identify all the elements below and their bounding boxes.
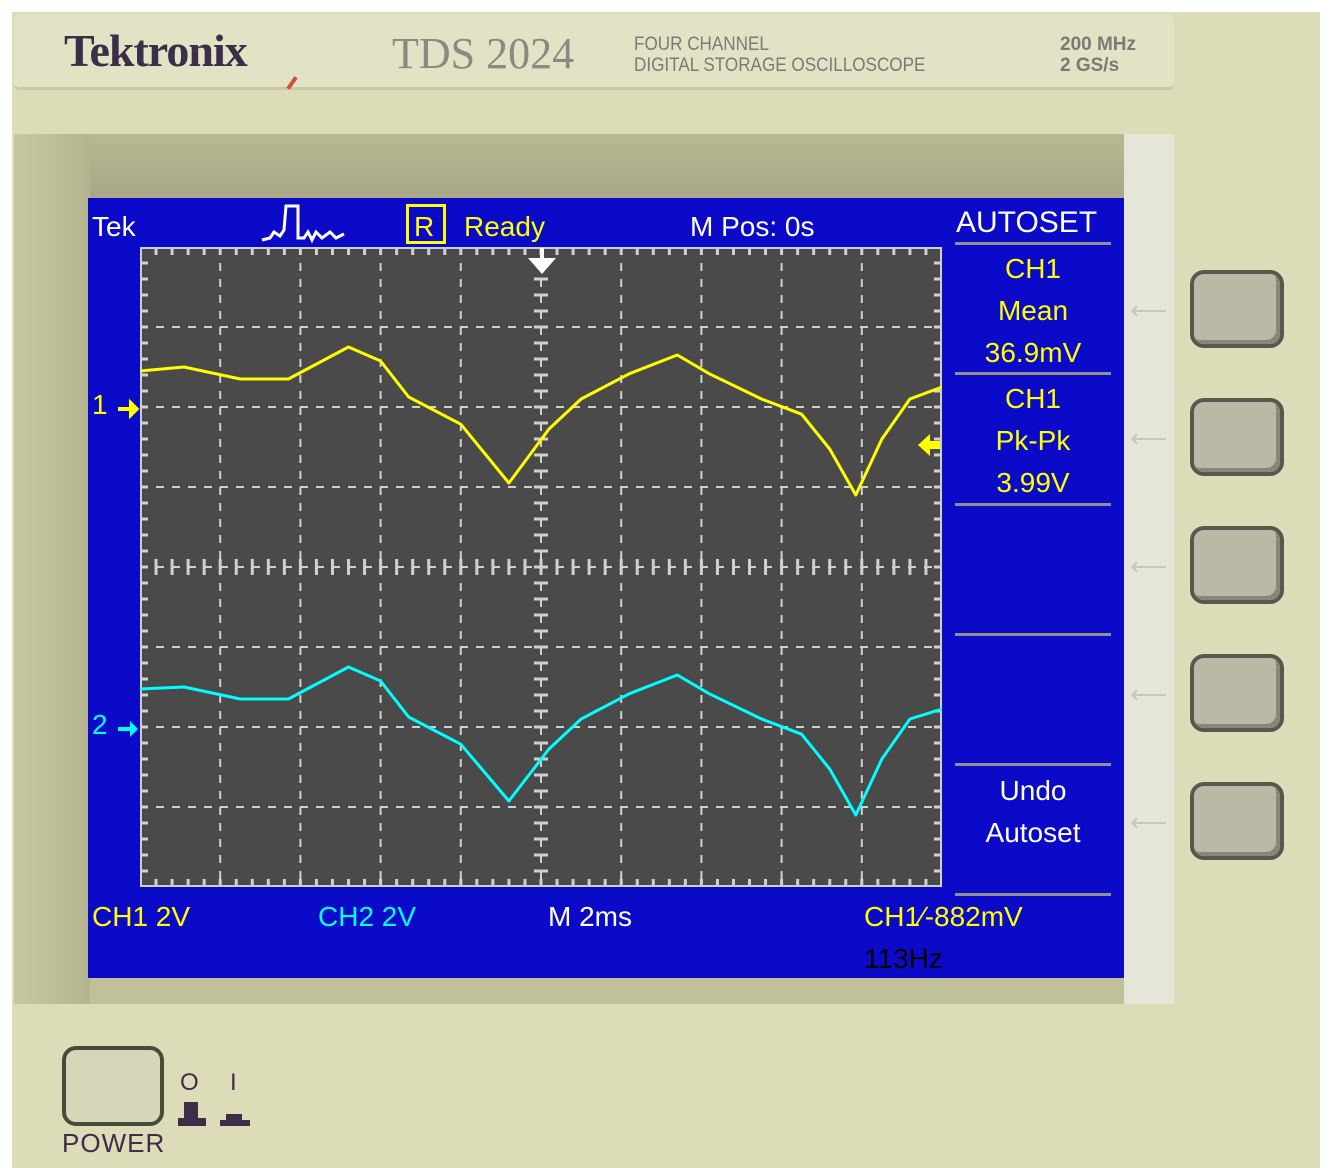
menu-item-line: Pk-Pk	[995, 425, 1071, 456]
timebase: M 2ms	[548, 901, 632, 932]
ch2-scale: CH2 2V	[318, 901, 417, 932]
side-arrow-icon: ⟵	[1130, 295, 1168, 325]
side-arrow-icon: ⟵	[1130, 551, 1168, 581]
menu-separator	[955, 633, 1111, 636]
ch1-ground-arrow-icon[interactable]	[116, 398, 140, 420]
acquisition-icon	[261, 204, 345, 244]
power-off-symbol: O	[180, 1069, 199, 1096]
option-button-5[interactable]	[1190, 782, 1284, 860]
power-on-symbol: I	[230, 1069, 237, 1096]
option-button-1[interactable]	[1190, 270, 1284, 348]
menu-separator	[955, 893, 1111, 896]
horizontal-position: M Pos: 0s	[690, 211, 815, 242]
menu-item-line: CH1	[1004, 383, 1061, 414]
power-label: POWER	[62, 1128, 166, 1158]
menu-item-line: CH1	[1004, 253, 1061, 284]
ch2-marker-label: 2	[92, 709, 108, 740]
model-spec: 200 MHz 2 GS/s	[1060, 34, 1136, 76]
side-arrow-icon: ⟵	[1130, 807, 1168, 837]
menu-separator	[955, 503, 1111, 506]
menu-item-value: 3.99V	[996, 467, 1070, 498]
bezel-top	[14, 134, 1174, 198]
ch1-scale: CH1 2V	[92, 901, 191, 932]
menu-separator	[955, 763, 1111, 766]
power-button[interactable]	[62, 1046, 164, 1126]
menu-title: AUTOSET	[956, 206, 1098, 239]
acquisition-state: Ready	[464, 211, 545, 242]
menu-item-line: Mean	[997, 295, 1069, 326]
option-button-2[interactable]	[1190, 398, 1284, 476]
trigger-readout: CH1∕-882mV	[864, 901, 1023, 932]
tek-label: Tek	[92, 211, 136, 242]
menu-item-line: Autoset	[985, 817, 1081, 848]
menu-item-value: 36.9mV	[984, 337, 1082, 368]
option-button-4[interactable]	[1190, 654, 1284, 732]
trigger-position-marker	[528, 248, 556, 274]
menu-item-ch1-mean[interactable]: CH1 Mean 36.9mV	[955, 248, 1111, 374]
desc-line1: FOUR CHANNEL	[634, 34, 769, 55]
menu-item-undo-autoset[interactable]: Undo Autoset	[955, 770, 1111, 854]
trigger-level-arrow-icon	[918, 434, 940, 456]
frequency-readout: 113Hz	[864, 943, 943, 974]
menu-item-ch1-pkpk[interactable]: CH1 Pk-Pk 3.99V	[955, 378, 1111, 504]
spec-bandwidth: 200 MHz	[1060, 34, 1137, 55]
side-arrow-icon: ⟵	[1130, 679, 1168, 709]
spec-samplerate: 2 GS/s	[1060, 55, 1120, 76]
ch1-marker-label: 1	[92, 389, 108, 420]
menu-item-line: Undo	[999, 775, 1067, 806]
model-description: FOUR CHANNEL DIGITAL STORAGE OSCILLOSCOPE	[634, 34, 925, 76]
bezel-left	[14, 134, 90, 1004]
menu-separator	[955, 242, 1111, 245]
tektronix-logo: Tektronix	[64, 25, 248, 76]
side-arrow-icon: ⟵	[1130, 423, 1168, 453]
ch2-ground-arrow-icon[interactable]	[116, 718, 140, 740]
power-state-icon	[178, 1102, 250, 1126]
desc-line2: DIGITAL STORAGE OSCILLOSCOPE	[634, 55, 926, 76]
option-button-3[interactable]	[1190, 526, 1284, 604]
run-indicator: R	[414, 211, 435, 242]
model-name: TDS 2024	[392, 29, 575, 78]
waveform-plot	[140, 247, 942, 887]
menu-separator	[955, 372, 1111, 375]
